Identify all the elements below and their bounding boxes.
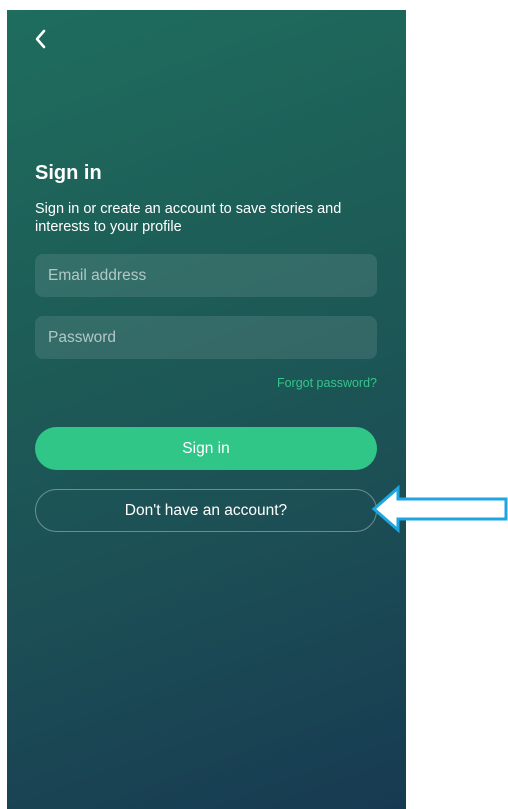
email-field[interactable] — [35, 254, 377, 297]
sign-in-button[interactable]: Sign in — [35, 427, 377, 470]
forgot-password-link[interactable]: Forgot password? — [277, 376, 377, 390]
page-subtitle: Sign in or create an account to save sto… — [35, 201, 342, 235]
annotation-arrow-icon — [371, 484, 508, 534]
screenshot-canvas: Sign in Sign in or create an account to … — [0, 0, 508, 809]
chevron-left-icon — [35, 29, 46, 49]
back-button[interactable] — [29, 27, 53, 51]
page-title: Sign in — [35, 162, 102, 184]
app-screen: Sign in Sign in or create an account to … — [7, 10, 406, 809]
password-field[interactable] — [35, 316, 377, 359]
create-account-button[interactable]: Don't have an account? — [35, 489, 377, 532]
